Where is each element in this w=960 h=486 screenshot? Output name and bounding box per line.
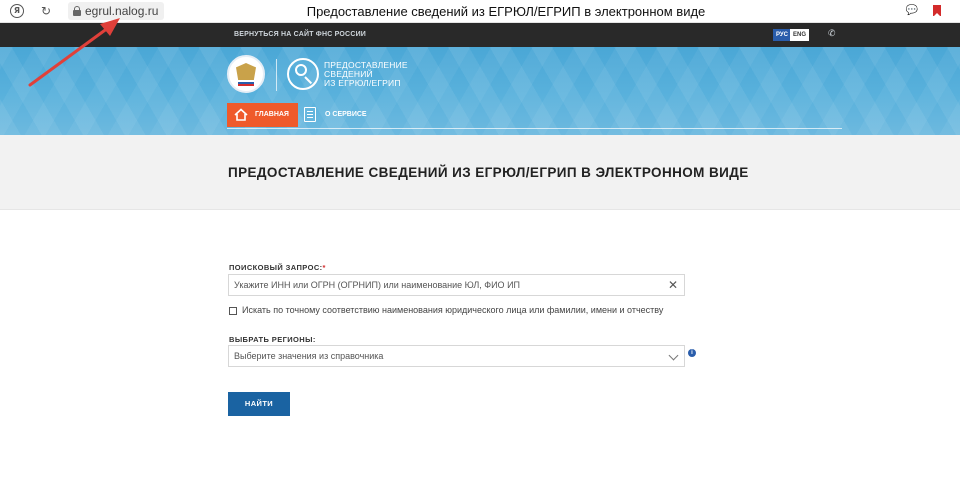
browser-bar: Я ↻ egrul.nalog.ru Предоставление сведен… — [0, 0, 960, 23]
query-label: ПОИСКОВЫЙ ЗАПРОС:* — [229, 263, 326, 272]
nav-about-label: О СЕРВИСЕ — [325, 111, 367, 118]
fns-emblem-icon[interactable] — [227, 55, 265, 93]
region-select[interactable]: Выберите значения из справочника — [228, 345, 685, 367]
exact-match-label[interactable]: Искать по точному соответствию наименова… — [242, 305, 663, 315]
query-label-text: ПОИСКОВЫЙ ЗАПРОС: — [229, 263, 323, 272]
back-to-fns-link[interactable]: ВЕРНУТЬСЯ НА САЙТ ФНС РОССИИ — [234, 31, 366, 38]
top-bar: ВЕРНУТЬСЯ НА САЙТ ФНС РОССИИ РУС ENG ✆ — [0, 23, 960, 47]
home-icon — [234, 108, 248, 121]
nav-about[interactable]: О СЕРВИСЕ — [304, 103, 384, 127]
info-icon[interactable]: i — [688, 349, 696, 357]
search-input[interactable]: Укажите ИНН или ОГРН (ОГРНИП) или наимен… — [228, 274, 685, 296]
chat-bubble-icon[interactable]: 💬 — [905, 4, 919, 18]
clear-icon[interactable]: ✕ — [668, 278, 678, 292]
search-submit-button[interactable]: НАЙТИ — [228, 392, 290, 416]
site-header: ПРЕДОСТАВЛЕНИЕ СВЕДЕНИЙ ИЗ ЕГРЮЛ/ЕГРИП Г… — [0, 47, 960, 135]
service-brand[interactable]: ПРЕДОСТАВЛЕНИЕ СВЕДЕНИЙ ИЗ ЕГРЮЛ/ЕГРИП — [324, 61, 408, 88]
lang-en-button[interactable]: ENG — [790, 29, 810, 41]
title-band: ПРЕДОСТАВЛЕНИЕ СВЕДЕНИЙ ИЗ ЕГРЮЛ/ЕГРИП В… — [0, 135, 960, 210]
brand-line: ИЗ ЕГРЮЛ/ЕГРИП — [324, 78, 401, 88]
document-icon — [304, 107, 316, 122]
magnifier-service-icon — [287, 58, 319, 90]
exact-match-checkbox[interactable] — [229, 307, 237, 315]
nav-home-label: ГЛАВНАЯ — [255, 111, 289, 118]
lang-ru-button[interactable]: РУС — [773, 29, 791, 41]
search-placeholder: Укажите ИНН или ОГРН (ОГРНИП) или наимен… — [234, 280, 521, 290]
header-separator — [276, 59, 277, 91]
region-label: ВЫБРАТЬ РЕГИОНЫ: — [229, 335, 316, 344]
bookmark-icon[interactable] — [933, 5, 941, 17]
phone-icon[interactable]: ✆ — [828, 29, 836, 39]
region-placeholder: Выберите значения из справочника — [234, 351, 384, 361]
nav-underline — [227, 128, 842, 129]
required-marker: * — [322, 263, 326, 272]
page-title: Предоставление сведений из ЕГРЮЛ/ЕГРИП в… — [306, 4, 706, 19]
chevron-down-icon — [668, 350, 679, 361]
nav-home[interactable]: ГЛАВНАЯ — [227, 103, 298, 127]
main-heading: ПРЕДОСТАВЛЕНИЕ СВЕДЕНИЙ ИЗ ЕГРЮЛ/ЕГРИП В… — [228, 165, 749, 180]
